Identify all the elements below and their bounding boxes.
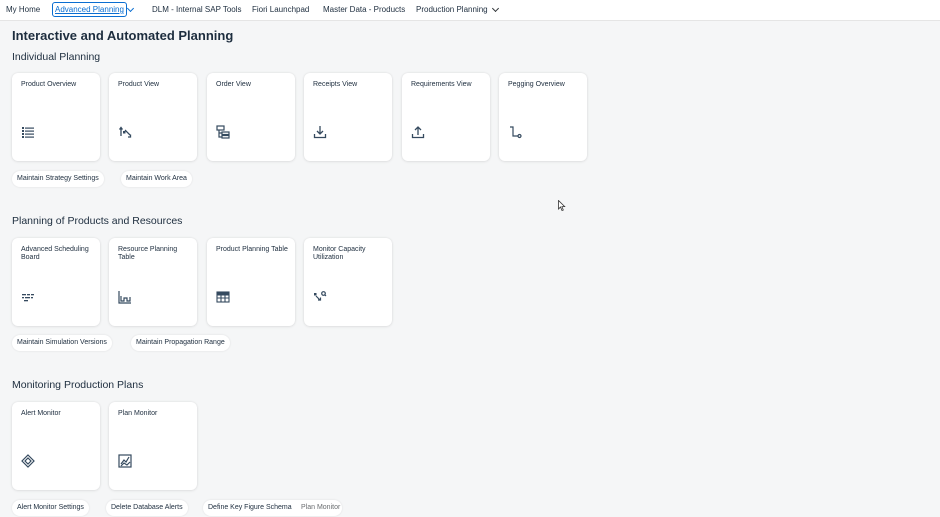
link-maintain-strategy-settings[interactable]: Maintain Strategy Settings — [12, 171, 104, 187]
tile-requirements-view[interactable]: Requirements View — [402, 73, 490, 161]
tile-receipts-view[interactable]: Receipts View — [304, 73, 392, 161]
tile-order-view[interactable]: Order View — [207, 73, 295, 161]
tab-advanced-planning[interactable]: Advanced Planning — [52, 2, 127, 17]
upload-icon — [411, 126, 425, 139]
tile-product-overview[interactable]: Product Overview — [12, 73, 100, 161]
list-icon — [22, 127, 34, 138]
tile-monitor-capacity-utilization[interactable]: Monitor Capacity Utilization — [304, 238, 392, 326]
tile-alert-monitor[interactable]: Alert Monitor — [12, 402, 100, 490]
link-delete-database-alerts[interactable]: Delete Database Alerts — [106, 500, 188, 516]
tile-product-view[interactable]: Product View — [109, 73, 197, 161]
tile-title: Receipts View — [313, 81, 358, 88]
tile-title: Resource Planning Table — [118, 246, 178, 261]
tile-pegging-overview[interactable]: Pegging Overview — [499, 73, 587, 161]
chevron-down-icon[interactable] — [491, 4, 500, 13]
hierarchy-icon — [216, 125, 230, 139]
link-alert-monitor-settings[interactable]: Alert Monitor Settings — [12, 500, 89, 516]
tile-title: Product Planning Table — [216, 246, 288, 253]
section-title-planning-products-resources: Planning of Products and Resources — [12, 215, 183, 227]
tab-my-home[interactable]: My Home — [6, 2, 40, 17]
download-icon — [313, 126, 327, 139]
tile-title: Order View — [216, 81, 251, 88]
link-maintain-propagation-range[interactable]: Maintain Propagation Range — [131, 335, 230, 351]
tile-advanced-scheduling-board[interactable]: Advanced Scheduling Board — [12, 238, 100, 326]
mouse-cursor-icon — [558, 200, 566, 212]
link-maintain-work-area[interactable]: Maintain Work Area — [121, 171, 192, 187]
tile-title: Alert Monitor — [21, 410, 61, 417]
tab-master-data-products[interactable]: Master Data - Products — [323, 2, 405, 17]
tooltip-plan-monitor: Plan Monitor — [301, 504, 341, 511]
tile-title: Plan Monitor — [118, 410, 158, 417]
gantt-icon — [22, 294, 34, 302]
capacity-chart-icon — [118, 291, 131, 304]
tile-plan-monitor[interactable]: Plan Monitor — [109, 402, 197, 490]
line-chart-icon — [118, 454, 132, 468]
tab-fiori-launchpad[interactable]: Fiori Launchpad — [252, 2, 309, 17]
alert-diamond-icon — [21, 454, 35, 468]
top-nav-bar: My Home Advanced Planning DLM - Internal… — [0, 0, 940, 21]
chevron-down-icon[interactable] — [126, 4, 135, 13]
section-title-individual-planning: Individual Planning — [12, 51, 101, 63]
tab-dlm-internal-sap-tools[interactable]: DLM - Internal SAP Tools — [152, 2, 242, 17]
link-maintain-simulation-versions[interactable]: Maintain Simulation Versions — [12, 335, 112, 351]
tile-resource-planning-table[interactable]: Resource Planning Table — [109, 238, 197, 326]
capacity-monitor-icon — [314, 291, 327, 301]
tile-title: Pegging Overview — [508, 81, 565, 88]
table-icon — [216, 291, 230, 303]
tab-production-planning[interactable]: Production Planning — [416, 2, 488, 17]
tile-title: Product Overview — [21, 81, 77, 88]
tile-title: Requirements View — [411, 81, 472, 88]
pegging-icon — [510, 126, 522, 139]
section-title-monitoring-production-plans: Monitoring Production Plans — [12, 379, 144, 391]
page-title: Interactive and Automated Planning — [12, 28, 234, 43]
tile-title: Advanced Scheduling Board — [21, 246, 89, 261]
tile-title: Product View — [118, 81, 160, 88]
tile-product-planning-table[interactable]: Product Planning Table — [207, 238, 295, 326]
sort-arrows-icon — [118, 126, 132, 138]
tile-title: Monitor Capacity Utilization — [313, 246, 366, 261]
